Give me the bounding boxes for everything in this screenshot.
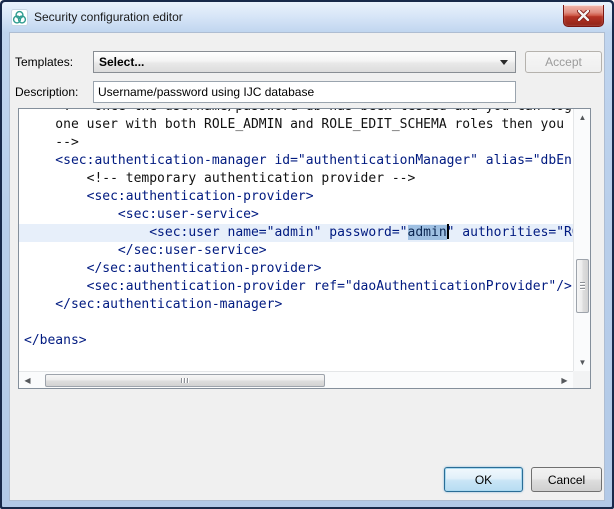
horizontal-scrollbar-thumb[interactable] — [45, 374, 325, 387]
cancel-button[interactable]: Cancel — [531, 467, 602, 492]
code-line[interactable]: <!-- temporary authentication provider -… — [19, 170, 573, 188]
scrollbar-corner — [573, 371, 590, 388]
accept-button[interactable]: Accept — [525, 51, 602, 73]
close-button[interactable] — [563, 5, 604, 27]
code-line[interactable]: </sec:authentication-provider> — [19, 260, 573, 278]
selected-text: admin — [408, 225, 447, 240]
description-label: Description: — [15, 81, 78, 103]
title-bar[interactable]: Security configuration editor — [2, 2, 612, 32]
xml-code-editor[interactable]: <!-- once the username/password db has b… — [18, 108, 591, 389]
thumb-grip — [181, 378, 190, 383]
templates-label: Templates: — [15, 51, 73, 73]
vertical-scrollbar-thumb[interactable] — [576, 259, 589, 313]
templates-combobox[interactable]: Select... — [93, 51, 516, 73]
code-line[interactable]: <!-- once the username/password db has b… — [19, 109, 573, 116]
code-line[interactable]: </sec:user-service> — [19, 242, 573, 260]
scroll-up-arrow-icon[interactable]: ▲ — [574, 109, 591, 126]
scroll-down-arrow-icon[interactable]: ▼ — [574, 354, 591, 371]
code-line[interactable]: <sec:user-service> — [19, 206, 573, 224]
horizontal-scrollbar[interactable]: ◀ ▶ — [19, 371, 573, 388]
close-icon — [577, 10, 590, 21]
code-line[interactable]: --> — [19, 134, 573, 152]
dialog-window: Security configuration editor Templates:… — [0, 0, 614, 509]
code-line[interactable]: <sec:authentication-provider ref="daoAut… — [19, 278, 573, 296]
thumb-grip — [580, 282, 585, 291]
dialog-content: Templates: Select... Accept Description:… — [9, 32, 605, 501]
scroll-left-arrow-icon[interactable]: ◀ — [19, 372, 36, 389]
scroll-right-arrow-icon[interactable]: ▶ — [556, 372, 573, 389]
window-title: Security configuration editor — [34, 10, 183, 24]
window-frame: Security configuration editor Templates:… — [2, 2, 612, 507]
code-line[interactable]: one user with both ROLE_ADMIN and ROLE_E… — [19, 116, 573, 134]
code-line[interactable]: <sec:authentication-manager id="authenti… — [19, 152, 573, 170]
chevron-down-icon — [500, 60, 508, 65]
vertical-scrollbar[interactable]: ▲ ▼ — [573, 109, 590, 371]
description-input[interactable] — [93, 81, 516, 103]
templates-selected-value: Select... — [99, 55, 144, 69]
code-line[interactable]: </sec:authentication-manager> — [19, 296, 573, 314]
app-icon — [11, 9, 28, 26]
code-lines: <!-- once the username/password db has b… — [19, 109, 573, 350]
code-line[interactable]: <sec:user name="admin" password="admin" … — [19, 224, 573, 242]
code-line[interactable] — [19, 314, 573, 332]
code-line[interactable]: <sec:authentication-provider> — [19, 188, 573, 206]
ok-button[interactable]: OK — [444, 467, 523, 492]
code-line[interactable]: </beans> — [19, 332, 573, 350]
code-view[interactable]: <!-- once the username/password db has b… — [19, 109, 573, 371]
